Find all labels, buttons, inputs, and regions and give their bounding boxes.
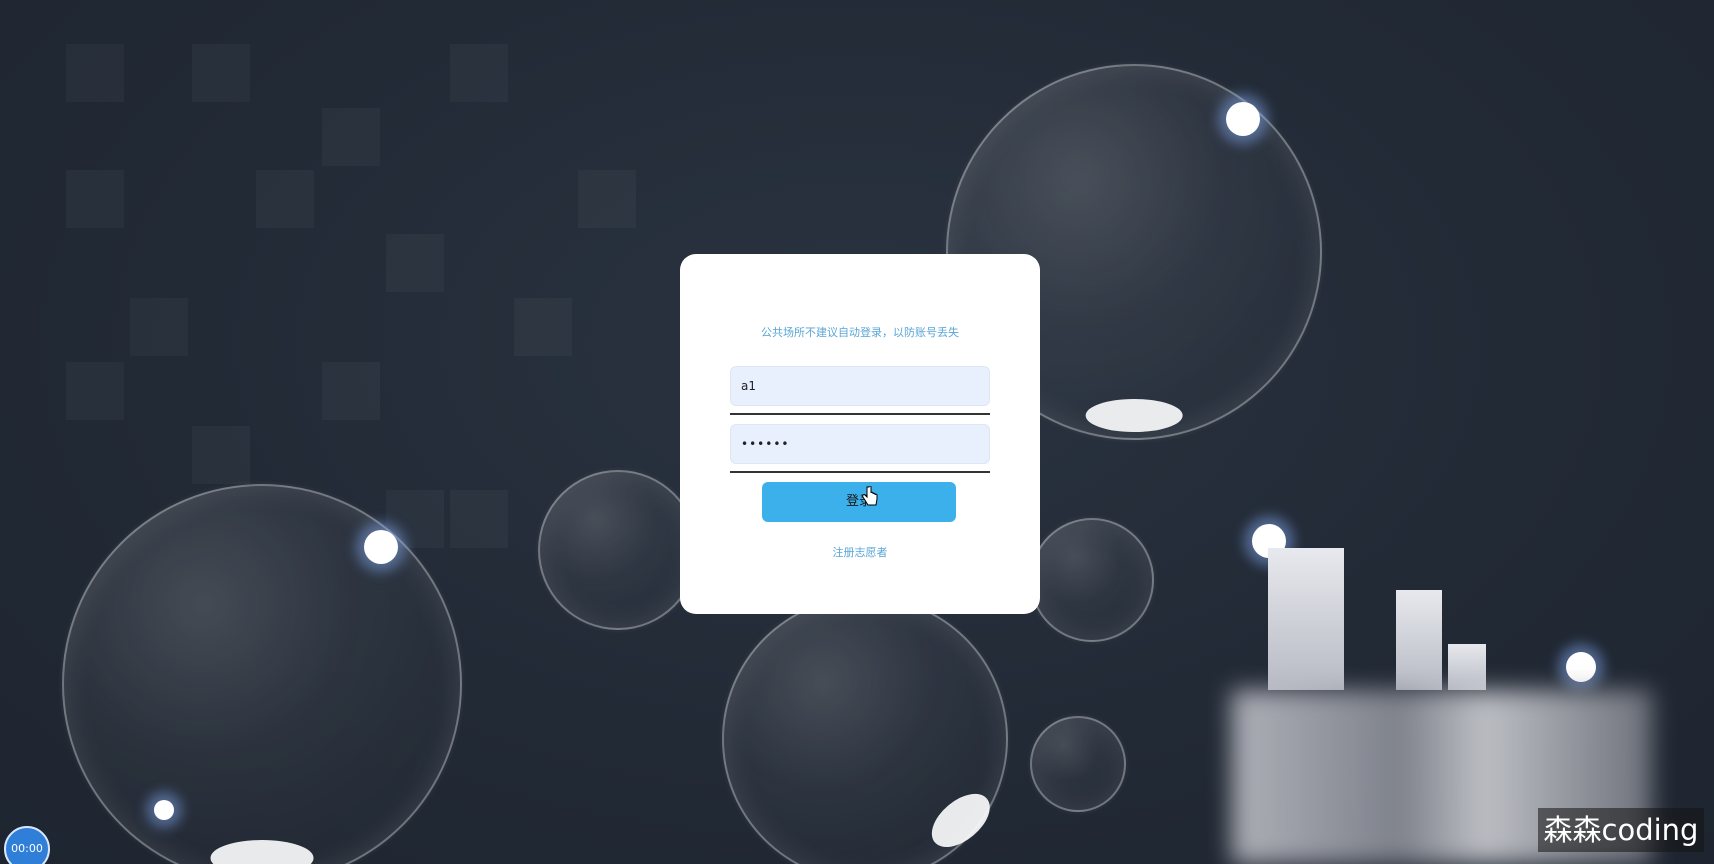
login-button[interactable]: 登录 bbox=[762, 482, 956, 522]
username-input[interactable] bbox=[730, 366, 990, 406]
globe-bubble bbox=[62, 484, 462, 864]
password-underline bbox=[730, 471, 990, 473]
bubble-tiny-bottom bbox=[1030, 716, 1126, 812]
hand-cursor-icon bbox=[862, 486, 878, 506]
bubble-bottom-center bbox=[722, 596, 1008, 864]
building bbox=[1268, 548, 1344, 690]
password-input[interactable]: •••••• bbox=[730, 424, 990, 464]
recording-timer: 00:00 bbox=[4, 826, 50, 864]
register-volunteer-link[interactable]: 注册志愿者 bbox=[680, 544, 1040, 560]
building bbox=[1396, 590, 1442, 690]
login-card: 公共场所不建议自动登录，以防账号丢失 •••••• 登录 注册志愿者 bbox=[680, 254, 1040, 614]
light-glow bbox=[154, 800, 174, 820]
username-underline bbox=[730, 413, 990, 415]
login-notice: 公共场所不建议自动登录，以防账号丢失 bbox=[761, 326, 959, 339]
light-glow bbox=[1566, 652, 1596, 682]
light-glow bbox=[364, 530, 398, 564]
light-glow bbox=[1226, 102, 1260, 136]
building bbox=[1448, 644, 1486, 690]
bubble-small-right bbox=[1030, 518, 1154, 642]
bubble-mid-left bbox=[538, 470, 698, 630]
watermark: 森森coding bbox=[1538, 808, 1704, 852]
